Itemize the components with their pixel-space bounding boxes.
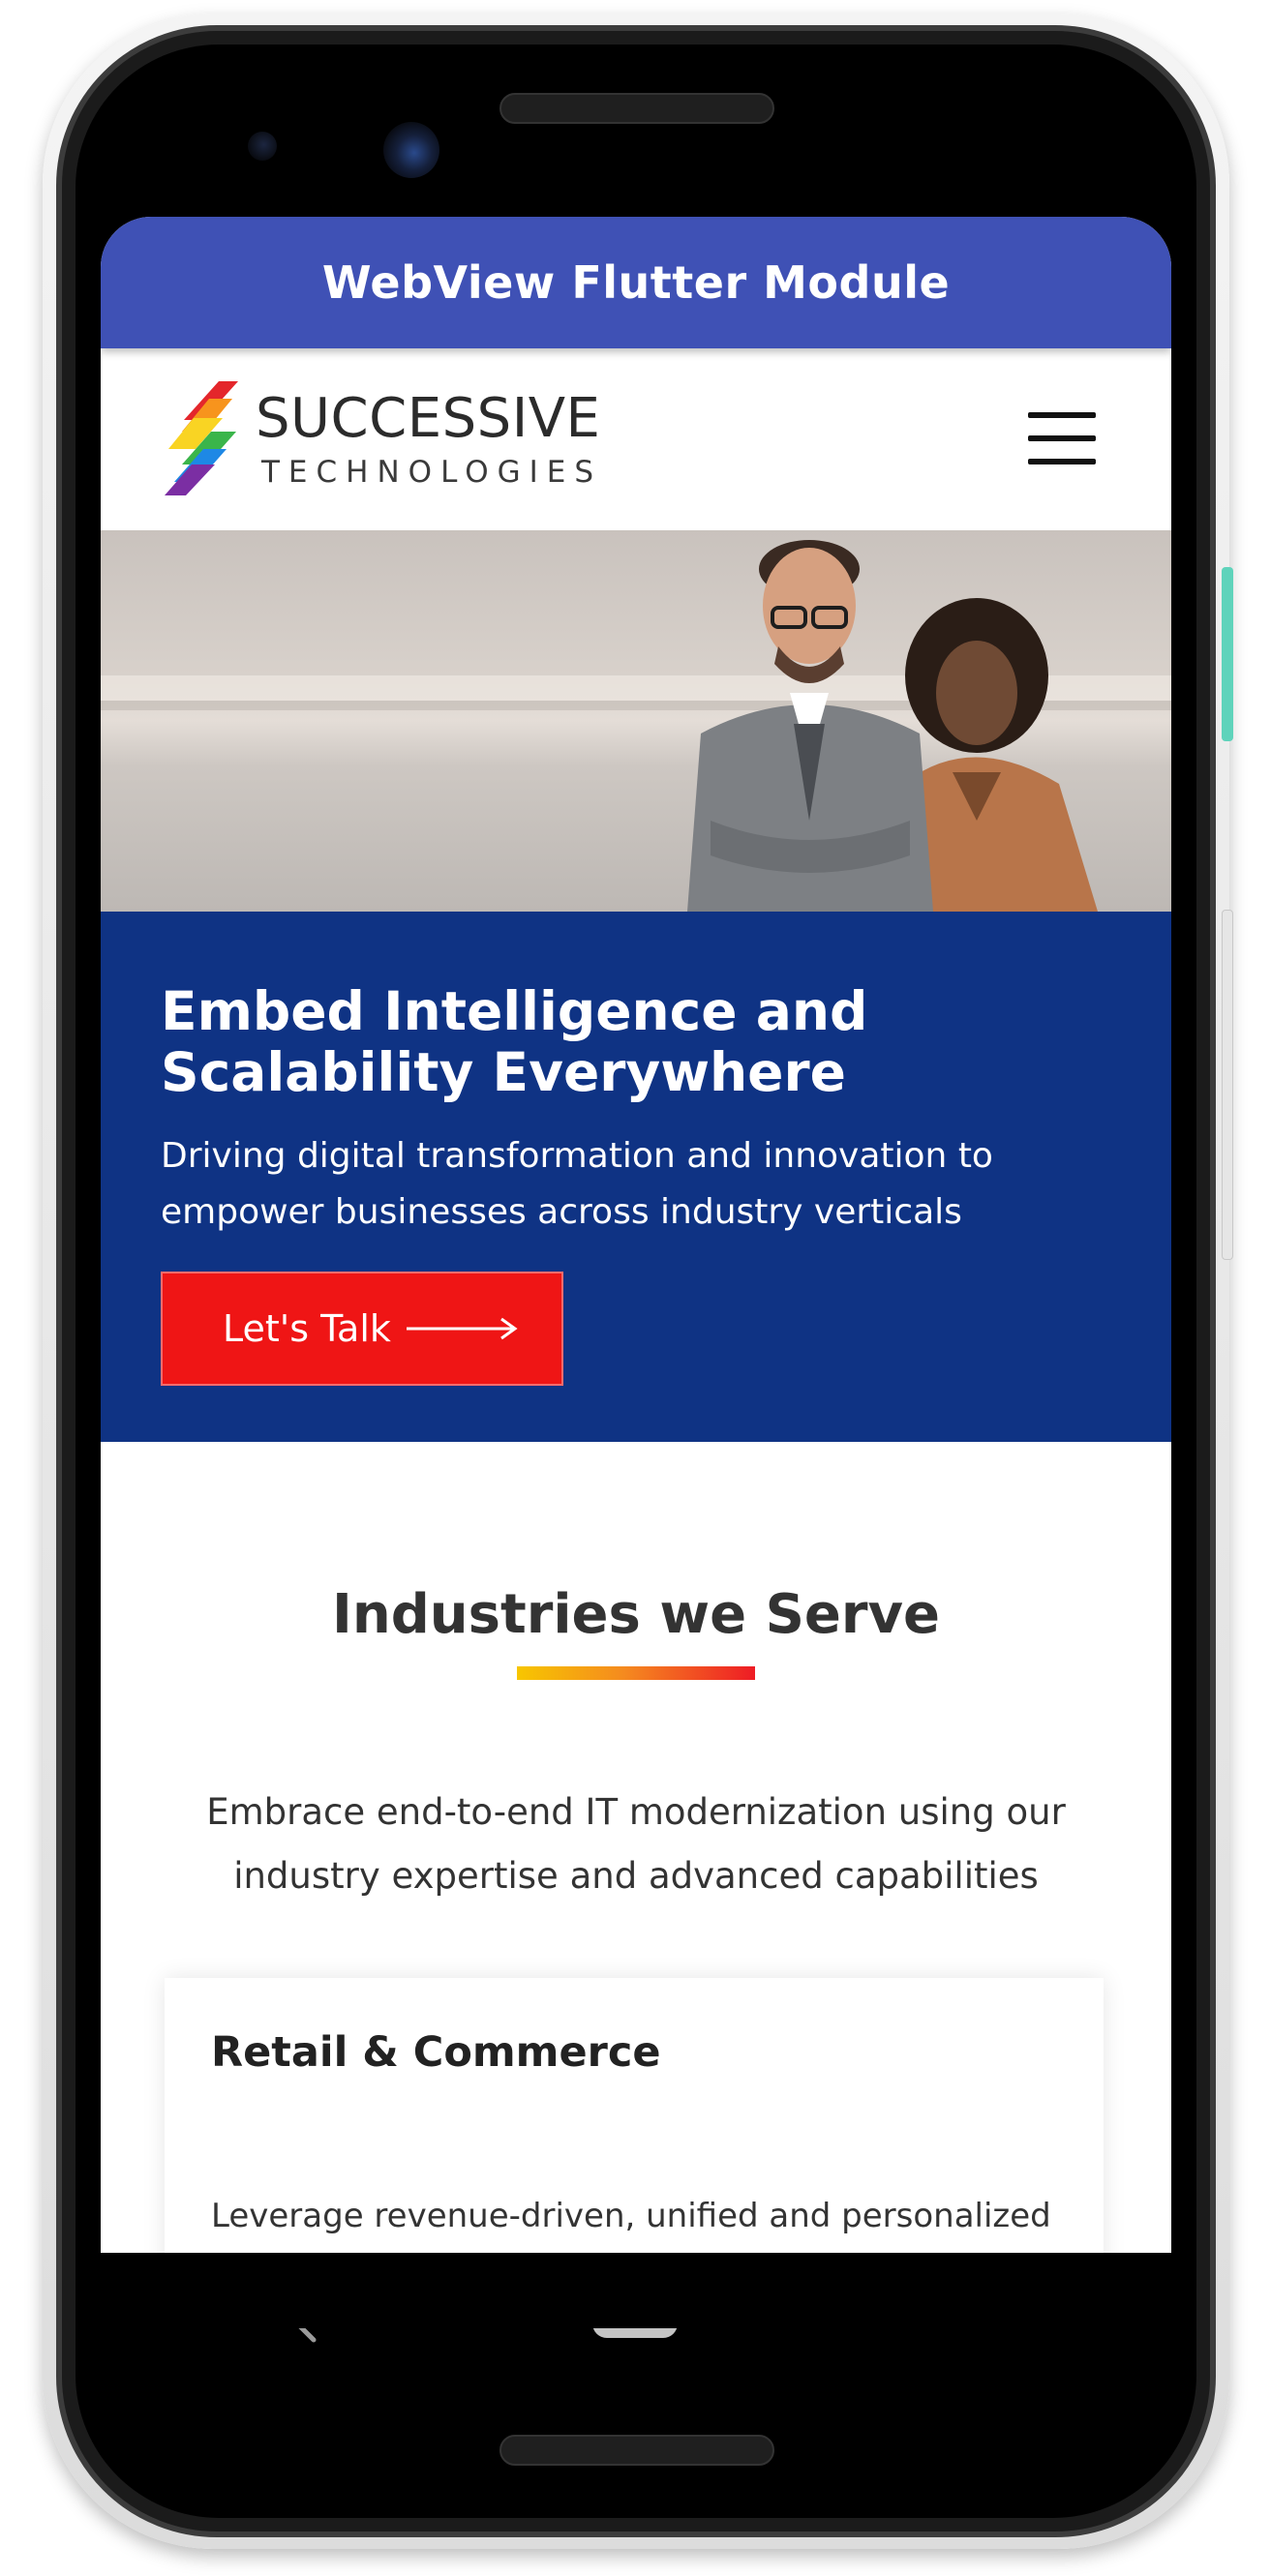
- app-bar-title: WebView Flutter Module: [321, 256, 951, 309]
- hero-image: [101, 530, 1171, 912]
- industry-card-text: Leverage revenue-driven, unified and per…: [211, 2197, 1051, 2235]
- power-button[interactable]: [1222, 567, 1233, 741]
- top-speaker: [499, 93, 774, 124]
- device-mockup: WebView Flutter Module SUCCESSIVE TECHNO…: [0, 0, 1271, 2576]
- hero-photo-illustration: [101, 540, 1171, 912]
- logo-text-primary: SUCCESSIVE: [256, 387, 601, 450]
- company-logo[interactable]: SUCCESSIVE TECHNOLOGIES: [165, 381, 610, 497]
- volume-button[interactable]: [1222, 910, 1233, 1260]
- hero-title: Embed Intelligence and Scalability Every…: [161, 980, 868, 1103]
- hero-subtitle: Driving digital transformation and innov…: [161, 1136, 993, 1232]
- lets-talk-button[interactable]: Let's Talk: [161, 1272, 563, 1386]
- title-underline: [517, 1666, 755, 1680]
- menu-bar-line: [1028, 412, 1096, 418]
- sensor-icon: [248, 132, 277, 161]
- android-nav-bar: [101, 2253, 1171, 2328]
- menu-bar-line: [1028, 435, 1096, 441]
- hamburger-menu-icon[interactable]: [1028, 412, 1096, 468]
- logo-text-secondary: TECHNOLOGIES: [261, 455, 603, 490]
- front-camera-icon: [383, 122, 439, 178]
- site-header: SUCCESSIVE TECHNOLOGIES: [101, 348, 1171, 530]
- industries-description: Embrace end-to-end IT modernization usin…: [206, 1791, 1066, 1897]
- logo-mark-icon: [165, 381, 238, 495]
- industry-card-title: Retail & Commerce: [211, 2028, 661, 2077]
- hero-banner: Embed Intelligence and Scalability Every…: [101, 912, 1171, 1442]
- screen: WebView Flutter Module SUCCESSIVE TECHNO…: [101, 217, 1171, 2328]
- menu-bar-line: [1028, 459, 1096, 464]
- arrow-right-icon: [406, 1317, 518, 1340]
- bottom-speaker: [499, 2435, 774, 2466]
- app-bar: WebView Flutter Module: [101, 217, 1171, 348]
- industries-title: Industries we Serve: [331, 1583, 940, 1646]
- lets-talk-label: Let's Talk: [223, 1307, 391, 1350]
- industries-section: Industries we Serve Embrace end-to-end I…: [101, 1442, 1171, 2328]
